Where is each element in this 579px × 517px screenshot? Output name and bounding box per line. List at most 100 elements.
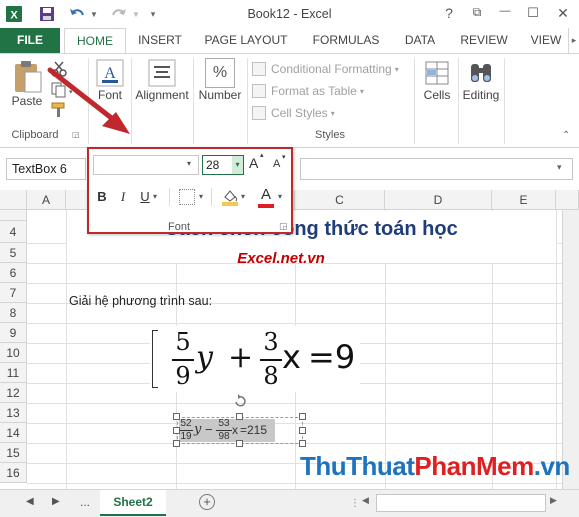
row-header-7[interactable]: 7 [0, 283, 27, 303]
tab-formulas[interactable]: FORMULAS [304, 28, 388, 53]
row-header-10[interactable]: 10 [0, 343, 27, 363]
hscroll-right-icon[interactable]: ▶ [550, 495, 557, 506]
percent-icon: % [205, 58, 235, 88]
row-header-8[interactable]: 8 [0, 303, 27, 323]
formula-input[interactable] [300, 158, 573, 180]
tab-data[interactable]: DATA [396, 28, 444, 53]
fill-color-icon[interactable] [221, 187, 239, 207]
tab-view[interactable]: VIEW [524, 28, 568, 53]
resize-handle[interactable] [299, 413, 306, 420]
sheet-tab-sheet2[interactable]: Sheet2 [100, 490, 166, 516]
tab-review[interactable]: REVIEW [454, 28, 514, 53]
alignment-group-button[interactable]: Alignment [134, 58, 190, 112]
sheet-more-button[interactable]: ... [80, 495, 90, 509]
expand-formula-bar-icon[interactable]: ▾ [557, 162, 562, 173]
eq-denominator-2: 8 [263, 362, 279, 390]
font-name-dropdown-icon[interactable]: ▾ [187, 159, 191, 168]
cell-styles-icon [252, 106, 266, 120]
font-popup-label: Font [167, 221, 190, 233]
editing-group-button[interactable]: Editing [460, 58, 502, 112]
resize-handle[interactable] [299, 440, 306, 447]
worksheet-grid[interactable]: A B C C D E 4 5 6 7 8 9 10 11 12 13 14 1… [0, 190, 579, 489]
cell-styles-button[interactable]: Cell Styles ▾ [252, 104, 335, 122]
cells-group-button[interactable]: Cells [418, 58, 456, 112]
rotate-handle-icon[interactable] [233, 394, 247, 408]
row-header-15[interactable]: 15 [0, 443, 27, 463]
tab-file[interactable]: FILE [0, 28, 60, 53]
column-header-c2[interactable]: C [295, 190, 385, 210]
sheet-bar-splitter-icon[interactable]: ⋮ [350, 498, 360, 509]
conditional-formatting-button[interactable]: Conditional Formatting ▾ [252, 60, 399, 78]
equation-object-large[interactable]: 5 9 y + 3 8 x =9 [150, 326, 360, 392]
font-dialog-launcher-icon[interactable]: ◲ [279, 221, 288, 232]
bold-button[interactable]: B [95, 187, 109, 207]
resize-handle[interactable] [173, 427, 180, 434]
sheet-prev-icon[interactable]: ◀ [26, 496, 34, 507]
row-header-4[interactable]: 4 [0, 221, 27, 243]
select-all-corner[interactable] [0, 190, 27, 210]
help-button[interactable]: ? [438, 5, 460, 23]
gridline [27, 423, 579, 424]
paste-button[interactable]: Paste [6, 60, 48, 116]
row-header-14[interactable]: 14 [0, 423, 27, 443]
resize-handle[interactable] [236, 413, 243, 420]
tab-page-layout[interactable]: PAGE LAYOUT [198, 28, 294, 53]
row-header-5[interactable]: 5 [0, 243, 27, 263]
font-color-dropdown-icon[interactable]: ▾ [278, 192, 282, 201]
column-header-d[interactable]: D [385, 190, 492, 210]
resize-handle[interactable] [173, 440, 180, 447]
annotation-arrow-icon [47, 67, 130, 134]
italic-button[interactable]: I [116, 187, 130, 207]
row-header-9[interactable]: 9 [0, 323, 27, 343]
resize-handle[interactable] [173, 413, 180, 420]
borders-icon[interactable] [179, 189, 195, 205]
maximize-button[interactable]: ☐ [522, 5, 544, 23]
resize-handle[interactable] [299, 427, 306, 434]
tabs-scroll-icon[interactable]: ▸ [568, 28, 579, 53]
minimize-button[interactable]: — [494, 5, 516, 23]
binoculars-icon [471, 64, 491, 82]
borders-dropdown-icon[interactable]: ▾ [199, 192, 203, 201]
close-button[interactable]: ✕ [552, 5, 574, 23]
group-separator [458, 58, 459, 144]
eq-operator: + [228, 340, 254, 375]
gridline [27, 403, 579, 404]
horizontal-scrollbar[interactable] [376, 494, 546, 512]
resize-handle[interactable] [236, 440, 243, 447]
alignment-label: Alignment [135, 88, 189, 102]
fill-color-dropdown-icon[interactable]: ▾ [241, 192, 245, 201]
font-name-combobox[interactable] [93, 155, 199, 175]
underline-dropdown-icon[interactable]: ▾ [153, 192, 157, 201]
tab-home[interactable]: HOME [64, 28, 126, 54]
editing-label: Editing [462, 88, 500, 102]
collapse-ribbon-icon[interactable]: ⌃ [562, 130, 574, 142]
small-eq-var-x: x [232, 423, 238, 437]
shrink-font-icon[interactable]: A [273, 158, 280, 170]
row-header-12[interactable]: 12 [0, 383, 27, 403]
toolbar-separator [169, 188, 170, 206]
row-header-16[interactable]: 16 [0, 463, 27, 483]
column-header-a[interactable]: A [27, 190, 66, 210]
sheet-next-icon[interactable]: ▶ [52, 496, 60, 507]
sheet-bar: ◀ ▶ ... Sheet2 + ⋮ ◀ ▶ [0, 489, 579, 517]
instruction-text: Giải hệ phương trình sau: [69, 294, 213, 308]
underline-button[interactable]: U [138, 187, 152, 207]
gridline [27, 323, 579, 324]
add-sheet-button[interactable]: + [199, 494, 215, 510]
tab-insert[interactable]: INSERT [130, 28, 190, 53]
column-header-e[interactable]: E [492, 190, 556, 210]
row-header-6[interactable]: 6 [0, 263, 27, 283]
shrink-font-arrow-icon: ▾ [282, 154, 286, 161]
ribbon-display-options-icon[interactable]: ⧉ [466, 5, 488, 23]
vertical-scrollbar[interactable] [562, 210, 579, 489]
window-title: Book12 - Excel [247, 7, 332, 21]
group-separator [193, 58, 194, 144]
row-header-11[interactable]: 11 [0, 363, 27, 383]
name-box[interactable]: TextBox 6 [6, 158, 86, 180]
grow-font-icon[interactable]: A [249, 155, 258, 171]
row-header-13[interactable]: 13 [0, 403, 27, 423]
hscroll-left-icon[interactable]: ◀ [362, 495, 369, 506]
number-group-button[interactable]: % Number [196, 58, 244, 112]
font-size-dropdown-icon[interactable]: ▾ [232, 156, 243, 174]
format-as-table-button[interactable]: Format as Table ▾ [252, 82, 364, 100]
